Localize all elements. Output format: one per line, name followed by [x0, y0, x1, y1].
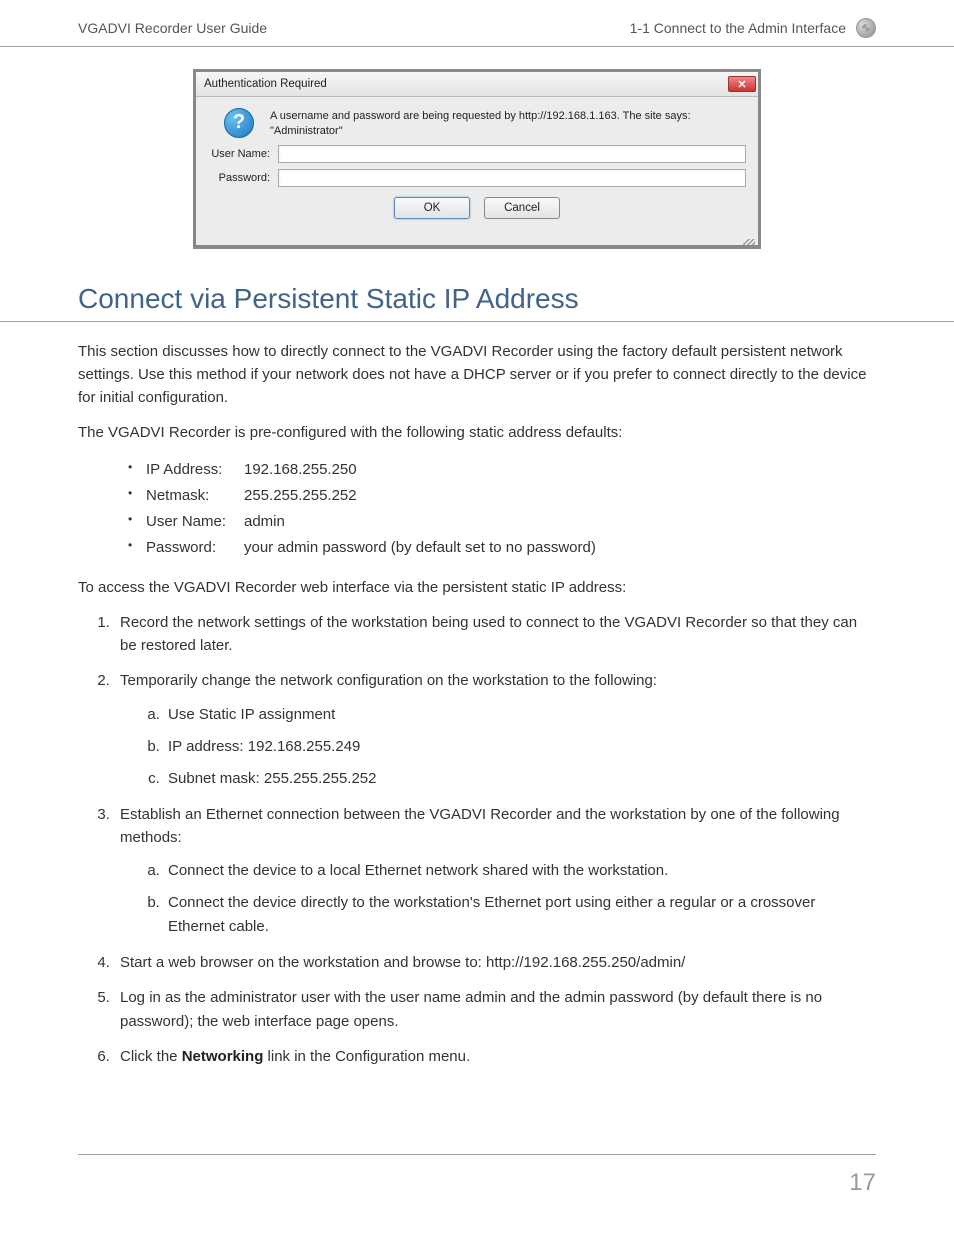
default-ip: IP Address:192.168.255.250 [128, 457, 876, 483]
netmask-value: 255.255.255.252 [244, 487, 357, 504]
paragraph-defaults-lead: The VGADVI Recorder is pre-configured wi… [78, 421, 876, 444]
netmask-label: Netmask: [146, 483, 244, 509]
step-3-text: Establish an Ethernet connection between… [120, 806, 840, 846]
page-header: VGADVI Recorder User Guide 1-1 Connect t… [0, 0, 954, 47]
step-2b: IP address: 192.168.255.249 [164, 735, 876, 759]
guide-title: VGADVI Recorder User Guide [78, 20, 267, 36]
step-5: Log in as the administrator user with th… [114, 986, 876, 1033]
pass-value: your admin password (by default set to n… [244, 539, 596, 556]
step-2c: Subnet mask: 255.255.255.252 [164, 767, 876, 791]
default-netmask: Netmask:255.255.255.252 [128, 483, 876, 509]
defaults-list: IP Address:192.168.255.250 Netmask:255.2… [128, 457, 876, 562]
step-4: Start a web browser on the workstation a… [114, 951, 876, 974]
step-1: Record the network settings of the works… [114, 611, 876, 658]
step-2-text: Temporarily change the network configura… [120, 672, 657, 689]
section-heading: Connect via Persistent Static IP Address [0, 283, 954, 322]
default-user: User Name:admin [128, 509, 876, 535]
password-label: Password: [208, 172, 278, 184]
username-field[interactable] [278, 145, 746, 163]
dialog-message: A username and password are being reques… [270, 107, 746, 139]
dialog-title-text: Authentication Required [204, 78, 327, 90]
step-3b: Connect the device directly to the works… [164, 891, 876, 939]
step-6-pre: Click the [120, 1048, 182, 1065]
lens-icon [856, 18, 876, 38]
close-button[interactable]: ✕ [728, 76, 756, 92]
content: This section discusses how to directly c… [0, 340, 954, 1069]
step-2a: Use Static IP assignment [164, 703, 876, 727]
paragraph-intro: This section discusses how to directly c… [78, 340, 876, 410]
step-3-substeps: Connect the device to a local Ethernet n… [164, 859, 876, 939]
dialog-title-bar: Authentication Required ✕ [196, 72, 758, 97]
page-number: 17 [849, 1169, 876, 1196]
step-3: Establish an Ethernet connection between… [114, 803, 876, 940]
password-field[interactable] [278, 169, 746, 187]
step-3a: Connect the device to a local Ethernet n… [164, 859, 876, 883]
step-6: Click the Networking link in the Configu… [114, 1045, 876, 1068]
steps-list: Record the network settings of the works… [114, 611, 876, 1068]
dialog-message-line1: A username and password are being reques… [270, 110, 691, 122]
step-2-substeps: Use Static IP assignment IP address: 192… [164, 703, 876, 791]
chapter-label: 1-1 Connect to the Admin Interface [630, 20, 846, 36]
close-icon: ✕ [737, 78, 746, 91]
ok-button[interactable]: OK [394, 197, 470, 219]
ip-label: IP Address: [146, 457, 244, 483]
cancel-button[interactable]: Cancel [484, 197, 560, 219]
step-6-bold: Networking [182, 1048, 264, 1065]
paragraph-steps-lead: To access the VGADVI Recorder web interf… [78, 576, 876, 599]
step-2: Temporarily change the network configura… [114, 669, 876, 790]
resize-grip-icon [196, 239, 758, 245]
auth-dialog: Authentication Required ✕ ? A username a… [193, 69, 761, 249]
step-6-post: link in the Configuration menu. [263, 1048, 470, 1065]
page-footer: 17 [78, 1154, 876, 1197]
question-icon: ? [224, 108, 254, 138]
user-label: User Name: [146, 509, 244, 535]
user-value: admin [244, 513, 285, 530]
ip-value: 192.168.255.250 [244, 461, 357, 478]
pass-label: Password: [146, 535, 244, 561]
auth-dialog-wrap: Authentication Required ✕ ? A username a… [0, 69, 954, 249]
default-password: Password:your admin password (by default… [128, 535, 876, 561]
dialog-message-line2: "Administrator" [270, 125, 343, 137]
username-label: User Name: [208, 148, 278, 160]
